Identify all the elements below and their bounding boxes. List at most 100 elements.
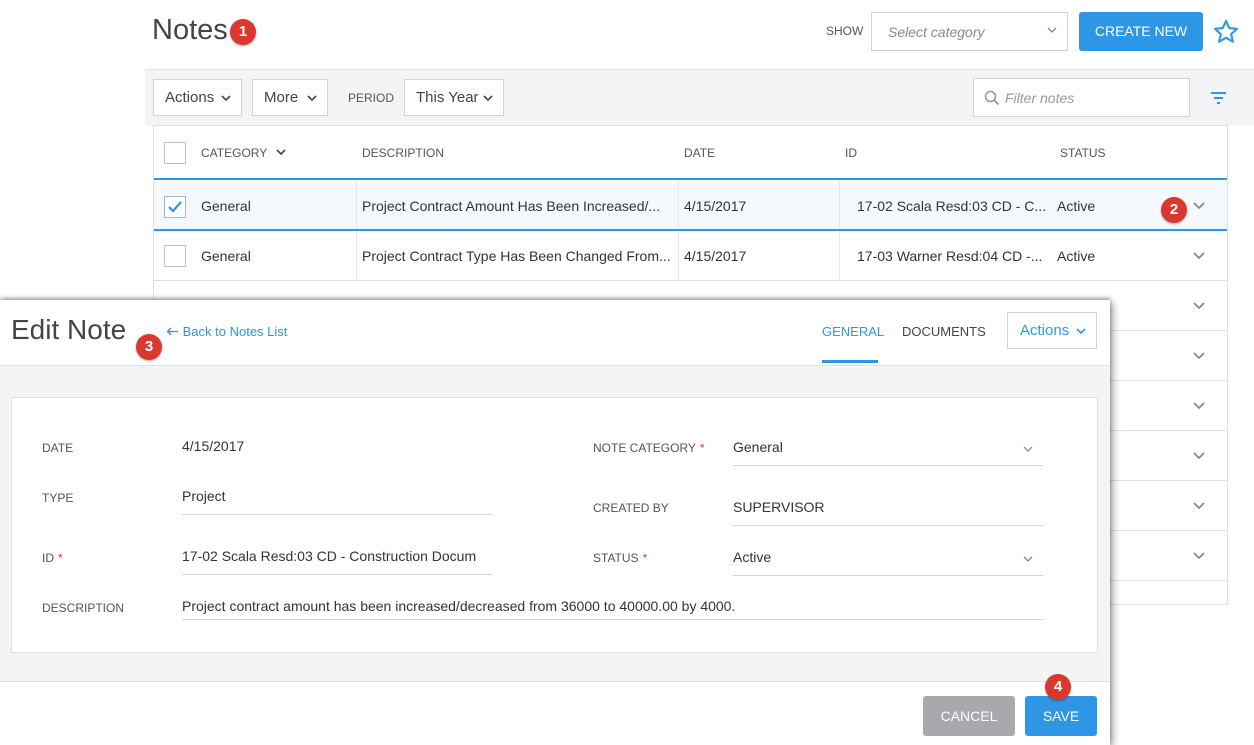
cell-status: Active [1057,248,1096,264]
cell-description: Project Contract Amount Has Been Increas… [362,198,661,214]
actions-dropdown[interactable]: Actions [153,79,242,116]
row-checkbox[interactable] [164,245,186,267]
chevron-down-icon[interactable] [1193,401,1205,411]
more-dropdown[interactable]: More [252,79,328,116]
status-label-text: STATUS [593,551,639,565]
step-marker-4: 4 [1045,674,1071,700]
status-select[interactable]: Active [733,549,771,565]
chevron-down-icon[interactable] [1193,451,1205,461]
note-form: DATE 4/15/2017 TYPE Project ID * 17-02 Sc… [11,397,1098,653]
column-header-description[interactable]: DESCRIPTION [362,146,444,160]
description-field-underline [182,619,1043,620]
chevron-down-icon [307,95,317,102]
cell-category: General [201,248,251,264]
chevron-down-icon [483,95,493,102]
status-label: STATUS * [593,551,647,565]
tab-general[interactable]: GENERAL [822,324,884,339]
type-field-underline [182,514,493,515]
id-label: ID * [42,551,63,565]
period-dropdown-value: This Year [416,89,479,106]
type-label: TYPE [42,491,74,505]
cancel-button[interactable]: CANCEL [923,696,1015,736]
note-category-underline [733,465,1043,466]
editor-actions-label: Actions [1020,322,1070,339]
cell-date: 4/15/2017 [684,198,747,214]
tab-documents[interactable]: DOCUMENTS [902,324,986,339]
category-select[interactable]: Select category [871,12,1068,51]
chevron-down-icon[interactable] [1193,351,1205,361]
date-label: DATE [42,441,74,455]
show-label: SHOW [826,24,864,38]
editor-actions-dropdown[interactable]: Actions [1007,312,1097,349]
chevron-down-icon [276,149,286,156]
create-new-button[interactable]: CREATE NEW [1079,12,1203,51]
tab-general-underline [822,360,878,363]
table-row[interactable]: General Project Contract Amount Has Been… [154,181,1227,231]
filter-icon[interactable] [1210,91,1227,105]
note-category-select[interactable]: General [733,439,783,455]
note-category-label: NOTE CATEGORY * [593,441,705,455]
arrow-left-icon [166,327,178,336]
cell-description: Project Contract Type Has Been Changed F… [362,248,671,264]
date-value: 4/15/2017 [182,438,245,454]
chevron-down-icon[interactable] [1193,501,1205,511]
column-header-category[interactable]: CATEGORY [201,146,286,160]
cell-date: 4/15/2017 [684,248,747,264]
more-dropdown-label: More [264,89,299,106]
save-button[interactable]: SAVE [1025,696,1097,736]
chevron-down-icon[interactable] [1023,445,1033,453]
chevron-down-icon[interactable] [1193,201,1205,211]
chevron-down-icon[interactable] [1193,551,1205,561]
type-field[interactable]: Project [182,488,492,504]
id-label-text: ID [42,551,54,565]
back-link-label: Back to Notes List [182,324,288,339]
cell-id: 17-02 Scala Resd:03 CD - C... [857,198,1047,214]
grid-header: CATEGORY DESCRIPTION DATE ID STATUS [154,126,1227,180]
status-underline [733,575,1043,576]
back-to-notes-link[interactable]: Back to Notes List [166,324,287,339]
search-icon [984,90,1000,106]
note-category-label-text: NOTE CATEGORY [593,441,696,455]
description-label: DESCRIPTION [42,601,125,615]
chevron-down-icon[interactable] [1023,555,1033,563]
panel-title: Edit Note [11,314,127,345]
period-dropdown[interactable]: This Year [404,79,504,116]
column-header-status[interactable]: STATUS [1060,146,1106,160]
cell-category: General [201,198,251,214]
step-marker-2: 2 [1161,197,1187,223]
created-by-label: CREATED BY [593,501,669,515]
step-marker-1: 1 [230,19,256,45]
chevron-down-icon [1047,27,1057,33]
description-field[interactable]: Project contract amount has been increas… [182,598,1042,614]
chevron-down-icon [221,95,231,102]
chevron-down-icon [1076,328,1086,335]
required-mark: * [699,441,705,455]
star-icon[interactable] [1212,18,1240,46]
row-checkbox[interactable] [164,196,186,218]
created-by-value: SUPERVISOR [733,499,825,515]
select-all-checkbox[interactable] [164,142,186,164]
required-mark: * [642,551,648,565]
chevron-down-icon[interactable] [1193,251,1205,261]
table-row[interactable]: General Project Contract Type Has Been C… [154,231,1227,281]
required-mark: * [58,551,63,565]
id-field[interactable]: 17-02 Scala Resd:03 CD - Construction Do… [182,548,480,564]
cell-id: 17-03 Warner Resd:04 CD -... [857,248,1043,264]
period-label: PERIOD [348,91,395,105]
column-header-category-label: CATEGORY [201,146,268,160]
created-by-underline [733,525,1043,526]
chevron-down-icon[interactable] [1193,301,1205,311]
panel-body: DATE 4/15/2017 TYPE Project ID * 17-02 Sc… [0,365,1110,682]
category-select-placeholder: Select category [888,24,985,40]
column-header-date[interactable]: DATE [684,146,715,160]
filter-notes-placeholder: Filter notes [1005,90,1075,106]
column-header-id[interactable]: ID [845,146,857,160]
page-title: Notes [152,14,228,46]
id-field-underline [182,574,493,575]
actions-dropdown-label: Actions [165,89,215,106]
step-marker-3: 3 [136,334,162,360]
edit-note-panel: Edit Note Back to Notes List GENERAL DOC… [0,300,1110,745]
filter-notes-input[interactable]: Filter notes [973,78,1190,117]
check-icon [168,201,182,213]
cell-status: Active [1057,198,1096,214]
